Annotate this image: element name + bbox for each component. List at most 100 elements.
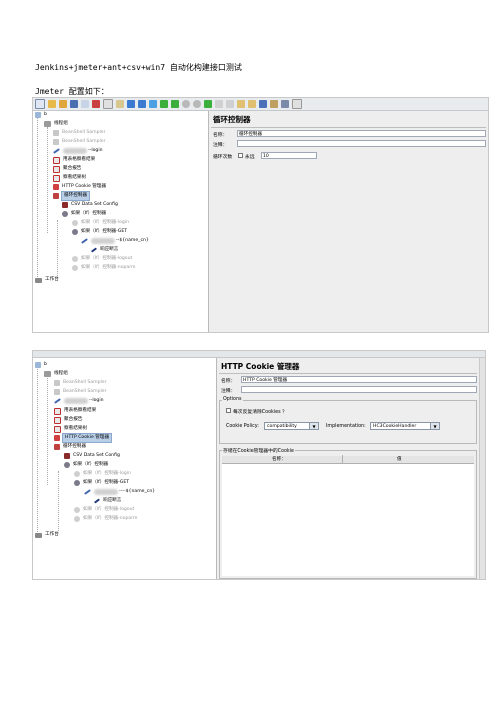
chevron-down-icon: ▼ bbox=[430, 423, 439, 429]
cookie-table-body[interactable] bbox=[222, 464, 474, 576]
tree-root[interactable]: b bbox=[35, 111, 47, 119]
tree-loop-controller[interactable]: 循环控制器 bbox=[54, 443, 86, 451]
search-icon[interactable] bbox=[259, 100, 267, 108]
stop-icon[interactable] bbox=[182, 100, 190, 108]
save-as-icon[interactable] bbox=[81, 100, 89, 108]
tree-cookie-manager[interactable]: HTTP Cookie 管理器 bbox=[53, 183, 106, 191]
comment-input[interactable] bbox=[241, 386, 477, 393]
tree-listener-results[interactable]: 察看结果树 bbox=[54, 425, 87, 433]
name-input[interactable]: HTTP Cookie 管理器 bbox=[241, 376, 477, 383]
tree-get-sampler[interactable]: --${name_cn} bbox=[81, 237, 149, 245]
tree-thread-group[interactable]: 线程组 bbox=[44, 370, 68, 378]
jmeter-screenshot-loop: b 线程组 BeanShell Sampler BeanShell Sample… bbox=[32, 97, 489, 333]
cookie-table-header: 名称： 值 bbox=[222, 455, 474, 464]
copy-icon[interactable] bbox=[103, 99, 113, 109]
tree-beanshell-2[interactable]: BeanShell Sampler bbox=[53, 138, 105, 146]
remote-stop-icon[interactable] bbox=[215, 100, 223, 108]
tree-if-login[interactable]: 如果（If）控制器-login bbox=[74, 470, 131, 478]
panel-title: HTTP Cookie 管理器 bbox=[221, 362, 300, 371]
collapse-icon[interactable] bbox=[138, 100, 146, 108]
workbench-icon bbox=[35, 532, 42, 538]
tree-login-sampler[interactable]: --login bbox=[54, 397, 104, 405]
clear-icon[interactable] bbox=[237, 100, 245, 108]
tree-thread-group[interactable]: 线程组 bbox=[44, 120, 68, 128]
tree-csv-config[interactable]: CSV Data Set Config bbox=[64, 452, 120, 460]
cookie-policy-label: Cookie Policy: bbox=[226, 424, 259, 429]
panel-title: 循环控制器 bbox=[213, 115, 251, 124]
tree-assertion[interactable]: 响应断言 bbox=[93, 497, 121, 505]
expand-icon[interactable] bbox=[127, 100, 135, 108]
tree-if-noparm[interactable]: 如果（If）控制器-noparm bbox=[72, 264, 136, 272]
paste-icon[interactable] bbox=[116, 100, 124, 108]
tree-get-sampler[interactable]: ----${name_cn} bbox=[84, 488, 155, 496]
divider bbox=[219, 373, 477, 374]
loop-count-label: 循环次数 bbox=[213, 155, 233, 160]
beanshell-icon bbox=[53, 139, 59, 145]
disabled-controller-icon bbox=[72, 220, 78, 226]
name-input[interactable]: 循环控制器 bbox=[237, 130, 486, 137]
start-icon[interactable] bbox=[160, 100, 168, 108]
start-no-pause-icon[interactable] bbox=[171, 100, 179, 108]
tree-listener-aggregate[interactable]: 聚合报告 bbox=[53, 165, 81, 173]
remote-start-icon[interactable] bbox=[204, 100, 212, 108]
tree-login-sampler[interactable]: --login bbox=[53, 147, 103, 155]
toolbar bbox=[33, 98, 488, 111]
tree-listener-results[interactable]: 察看结果树 bbox=[53, 174, 86, 182]
tree-workbench[interactable]: 工作台 bbox=[35, 531, 59, 539]
implementation-select[interactable]: HC3CookieHandler ▼ bbox=[370, 422, 440, 430]
listener-icon bbox=[54, 416, 61, 424]
comment-input[interactable] bbox=[237, 140, 486, 147]
forever-checkbox[interactable] bbox=[238, 153, 243, 158]
column-value[interactable]: 值 bbox=[397, 456, 402, 463]
chevron-down-icon: ▼ bbox=[309, 423, 318, 429]
template-icon[interactable] bbox=[48, 100, 56, 108]
tree-if-get[interactable]: 如果（If）控制器-GET bbox=[74, 479, 129, 487]
tree-if-noparm[interactable]: 如果（If）控制器-noparm bbox=[74, 515, 138, 523]
beanshell-icon bbox=[54, 389, 60, 395]
if-controller-icon bbox=[74, 480, 80, 486]
remote-exit-icon[interactable] bbox=[226, 100, 234, 108]
tree-root[interactable]: b bbox=[35, 361, 47, 369]
open-icon[interactable] bbox=[59, 100, 67, 108]
tree-beanshell-2[interactable]: BeanShell Sampler bbox=[54, 388, 106, 396]
tree-csv-config[interactable]: CSV Data Set Config bbox=[62, 201, 118, 209]
reset-search-icon[interactable] bbox=[270, 100, 278, 108]
test-plan-icon bbox=[35, 362, 41, 368]
clear-all-icon[interactable] bbox=[248, 100, 256, 108]
tree-workbench[interactable]: 工作台 bbox=[35, 276, 59, 284]
tree-if-login[interactable]: 如果（If）控制器-login bbox=[72, 219, 129, 227]
tree-if-logout[interactable]: 如果（If）控制器-logout bbox=[72, 255, 132, 263]
tree-cookie-manager[interactable]: HTTP Cookie 管理器 bbox=[54, 433, 113, 443]
scrollbar[interactable] bbox=[479, 358, 485, 579]
toggle-icon[interactable] bbox=[149, 100, 157, 108]
loop-count-input[interactable]: 10 bbox=[261, 152, 317, 159]
disabled-controller-icon bbox=[74, 507, 80, 513]
thread-group-icon bbox=[44, 371, 51, 377]
forever-label: 永远 bbox=[245, 155, 255, 160]
tree-if-controller[interactable]: 如果（If）控制器 bbox=[62, 210, 106, 218]
new-icon[interactable] bbox=[35, 99, 45, 109]
beanshell-icon bbox=[54, 380, 60, 386]
save-icon[interactable] bbox=[70, 100, 78, 108]
column-name[interactable]: 名称： bbox=[272, 456, 286, 463]
document-title: Jenkins+jmeter+ant+csv+win7 自动化构建接口测试 bbox=[35, 63, 242, 72]
listener-icon bbox=[54, 425, 61, 433]
tree-if-logout[interactable]: 如果（If）控制器-logout bbox=[74, 506, 134, 514]
thread-group-icon bbox=[44, 121, 51, 127]
clear-each-iteration-checkbox[interactable] bbox=[226, 408, 231, 413]
tree-beanshell-1[interactable]: BeanShell Sampler bbox=[53, 129, 105, 137]
cookie-policy-select[interactable]: compatibility ▼ bbox=[264, 422, 319, 430]
tree-listener-table[interactable]: 用表格察看结果 bbox=[53, 156, 95, 164]
tree-if-controller[interactable]: 如果（If）控制器 bbox=[64, 461, 108, 469]
shutdown-icon[interactable] bbox=[193, 100, 201, 108]
function-helper-icon[interactable] bbox=[281, 100, 289, 108]
help-icon[interactable] bbox=[292, 99, 302, 109]
tree-if-get[interactable]: 如果（If）控制器-GET bbox=[72, 228, 127, 236]
tree-assertion[interactable]: 响应断言 bbox=[90, 246, 118, 254]
cut-icon[interactable] bbox=[92, 100, 100, 108]
tree-beanshell-1[interactable]: BeanShell Sampler bbox=[54, 379, 106, 387]
tree-listener-table[interactable]: 用表格察看结果 bbox=[54, 407, 96, 415]
tree-listener-aggregate[interactable]: 聚合报告 bbox=[54, 416, 82, 424]
disabled-controller-icon bbox=[72, 256, 78, 262]
tree-loop-controller[interactable]: 循环控制器 bbox=[53, 191, 90, 201]
